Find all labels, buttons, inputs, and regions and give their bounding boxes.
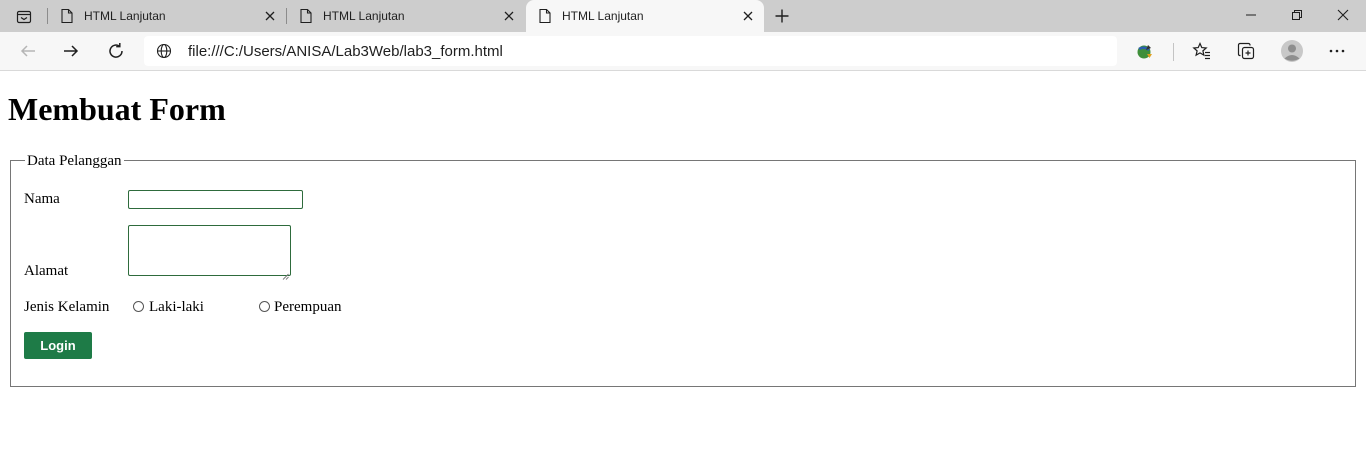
more-icon[interactable] — [1322, 36, 1352, 66]
refresh-icon[interactable] — [101, 36, 131, 66]
url-text[interactable]: file:///C:/Users/ANISA/Lab3Web/lab3_form… — [188, 43, 503, 60]
radio-perempuan[interactable] — [259, 301, 270, 312]
toolbar-divider — [1173, 43, 1174, 61]
tab-1[interactable]: HTML Lanjutan — [48, 0, 286, 32]
jenis-kelamin-label: Jenis Kelamin — [24, 299, 110, 315]
address-bar[interactable]: file:///C:/Users/ANISA/Lab3Web/lab3_form… — [144, 36, 1117, 66]
tab-title: HTML Lanjutan — [323, 9, 405, 23]
profile-icon[interactable] — [1277, 36, 1307, 66]
alamat-label: Alamat — [24, 263, 69, 279]
tab-title: HTML Lanjutan — [84, 9, 166, 23]
tab-3-active[interactable]: HTML Lanjutan — [526, 0, 764, 32]
nama-label: Nama — [24, 191, 60, 207]
globe-icon[interactable] — [156, 43, 172, 59]
radio-label-laki-laki[interactable]: Laki-laki — [149, 299, 204, 316]
collections-icon[interactable] — [1231, 36, 1261, 66]
close-icon[interactable] — [262, 8, 278, 24]
tab-title: HTML Lanjutan — [562, 9, 644, 23]
page-icon — [538, 8, 552, 24]
page-icon — [60, 8, 74, 24]
radio-laki-laki[interactable] — [133, 301, 144, 312]
close-icon[interactable] — [740, 8, 756, 24]
page-heading: Membuat Form — [8, 91, 226, 127]
restore-button[interactable] — [1274, 0, 1320, 30]
favorites-icon[interactable] — [1187, 36, 1217, 66]
resize-grip-icon[interactable] — [282, 267, 289, 280]
browser-toolbar: file:///C:/Users/ANISA/Lab3Web/lab3_form… — [0, 32, 1366, 71]
tab-2[interactable]: HTML Lanjutan — [287, 0, 525, 32]
tab-actions-icon[interactable] — [8, 6, 40, 28]
minimize-button[interactable] — [1228, 0, 1274, 30]
radio-label-perempuan[interactable]: Perempuan — [274, 299, 341, 316]
alamat-textarea[interactable] — [128, 225, 291, 280]
download-manager-icon[interactable] — [1130, 36, 1160, 66]
nama-input[interactable] — [128, 190, 303, 209]
tab-strip: HTML Lanjutan HTML Lanjutan HTML Lanjuta… — [0, 0, 1366, 32]
close-window-button[interactable] — [1320, 0, 1366, 30]
back-arrow-icon[interactable] — [13, 36, 43, 66]
close-icon[interactable] — [501, 8, 517, 24]
plus-icon[interactable] — [770, 5, 794, 27]
forward-arrow-icon[interactable] — [56, 36, 86, 66]
page-content: Membuat Form Data Pelanggan Nama Alamat … — [0, 71, 1366, 458]
fieldset-legend: Data Pelanggan — [25, 152, 124, 170]
page-icon — [299, 8, 313, 24]
login-button[interactable]: Login — [24, 332, 92, 359]
data-pelanggan-fieldset: Data Pelanggan Nama Alamat Jenis Kelamin… — [10, 152, 1356, 387]
